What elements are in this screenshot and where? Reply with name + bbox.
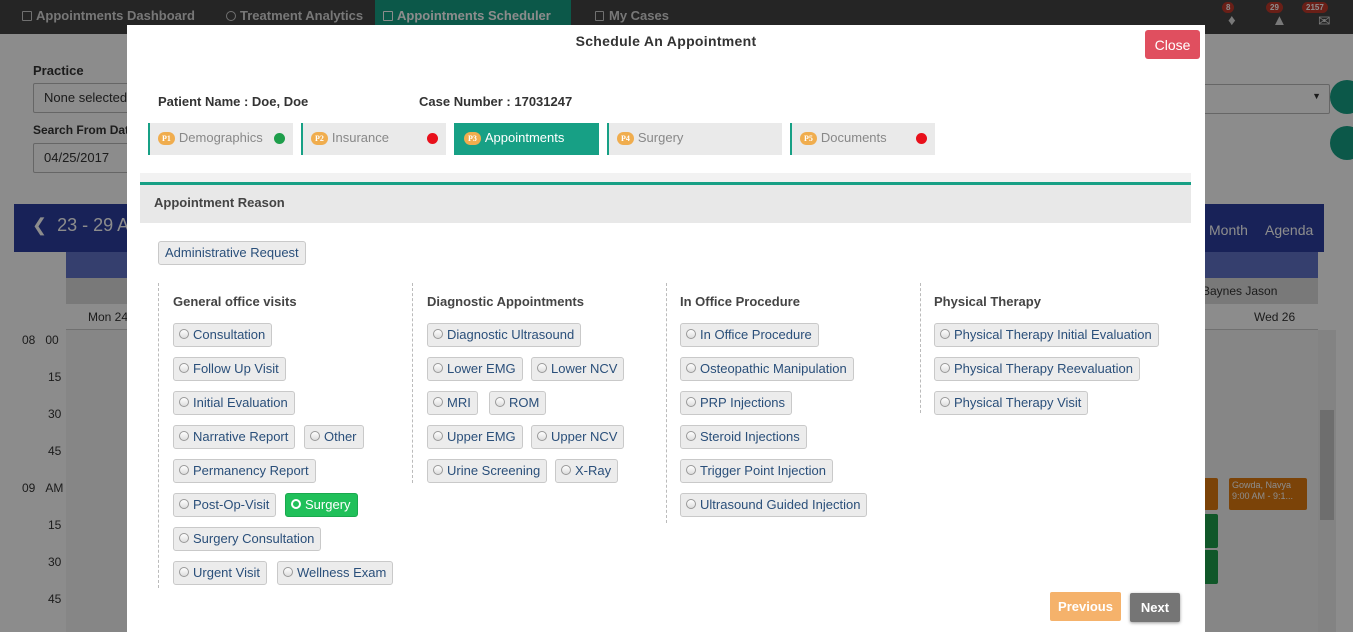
option-pt-initial-evaluation[interactable]: Physical Therapy Initial Evaluation: [934, 323, 1159, 347]
option-surgery-selected[interactable]: Surgery: [285, 493, 358, 517]
column-divider: [158, 283, 159, 588]
radio-icon: [686, 431, 696, 441]
option-lower-ncv[interactable]: Lower NCV: [531, 357, 625, 381]
radio-icon: [179, 363, 189, 373]
radio-icon: [433, 465, 443, 475]
option-mri[interactable]: MRI: [427, 391, 478, 415]
case-number: Case Number : 17031247: [419, 94, 573, 109]
option-upper-ncv[interactable]: Upper NCV: [531, 425, 625, 449]
radio-selected-icon: [291, 499, 301, 509]
step-number: P2: [311, 132, 328, 145]
step-insurance[interactable]: P2 Insurance: [301, 123, 446, 155]
radio-icon: [179, 533, 189, 543]
option-in-office-procedure[interactable]: In Office Procedure: [680, 323, 819, 347]
option-initial-evaluation[interactable]: Initial Evaluation: [173, 391, 295, 415]
status-dot: [427, 133, 438, 144]
option-pt-visit[interactable]: Physical Therapy Visit: [934, 391, 1089, 415]
option-pt-reevaluation[interactable]: Physical Therapy Reevaluation: [934, 357, 1140, 381]
reason-options: Administrative Request General office vi…: [140, 223, 1191, 632]
option-follow-up-visit[interactable]: Follow Up Visit: [173, 357, 286, 381]
step-documents[interactable]: P5 Documents: [790, 123, 935, 155]
step-appointments[interactable]: P3 Appointments: [454, 123, 599, 155]
radio-icon: [561, 465, 571, 475]
radio-icon: [940, 329, 950, 339]
option-wellness-exam[interactable]: Wellness Exam: [277, 561, 394, 585]
radio-icon: [686, 329, 696, 339]
option-permanency-report[interactable]: Permanency Report: [173, 459, 316, 483]
previous-button[interactable]: Previous: [1050, 592, 1121, 621]
radio-icon: [433, 431, 443, 441]
schedule-appointment-modal: Schedule An Appointment Close Patient Na…: [127, 25, 1205, 632]
option-urgent-visit[interactable]: Urgent Visit: [173, 561, 267, 585]
option-narrative-report[interactable]: Narrative Report: [173, 425, 296, 449]
radio-icon: [310, 431, 320, 441]
radio-icon: [179, 329, 189, 339]
radio-icon: [495, 397, 505, 407]
column-diagnostic-appointments: Diagnostic Appointments: [427, 294, 584, 309]
radio-icon: [433, 397, 443, 407]
option-rom[interactable]: ROM: [489, 391, 547, 415]
step-label: Surgery: [637, 130, 684, 145]
option-x-ray[interactable]: X-Ray: [555, 459, 619, 483]
option-urine-screening[interactable]: Urine Screening: [427, 459, 548, 483]
option-trigger-point-injection[interactable]: Trigger Point Injection: [680, 459, 833, 483]
modal-body: Patient Name : Doe, Doe Case Number : 17…: [140, 79, 1191, 632]
option-upper-emg[interactable]: Upper EMG: [427, 425, 523, 449]
option-administrative-request[interactable]: Administrative Request: [158, 241, 306, 265]
close-button[interactable]: Close: [1145, 30, 1200, 59]
radio-icon: [433, 329, 443, 339]
step-number: P5: [800, 132, 817, 145]
step-number: P4: [617, 132, 634, 145]
radio-icon: [179, 499, 189, 509]
column-divider: [412, 283, 413, 483]
option-steroid-injections[interactable]: Steroid Injections: [680, 425, 807, 449]
step-label: Appointments: [484, 130, 565, 145]
option-prp-injections[interactable]: PRP Injections: [680, 391, 793, 415]
radio-icon: [179, 567, 189, 577]
radio-icon: [940, 363, 950, 373]
column-physical-therapy: Physical Therapy: [934, 294, 1041, 309]
option-consultation[interactable]: Consultation: [173, 323, 273, 347]
option-ultrasound-guided-injection[interactable]: Ultrasound Guided Injection: [680, 493, 868, 517]
column-divider: [666, 283, 667, 523]
column-divider: [920, 283, 921, 413]
radio-icon: [179, 397, 189, 407]
radio-icon: [433, 363, 443, 373]
option-other[interactable]: Other: [304, 425, 364, 449]
step-number: P1: [158, 132, 175, 145]
status-dot: [274, 133, 285, 144]
radio-icon: [686, 397, 696, 407]
option-diagnostic-ultrasound[interactable]: Diagnostic Ultrasound: [427, 323, 582, 347]
option-lower-emg[interactable]: Lower EMG: [427, 357, 523, 381]
option-osteopathic-manipulation[interactable]: Osteopathic Manipulation: [680, 357, 854, 381]
appointment-reason-header: Appointment Reason: [140, 185, 1191, 223]
radio-icon: [686, 465, 696, 475]
radio-icon: [179, 465, 189, 475]
column-general-office-visits: General office visits: [173, 294, 297, 309]
radio-icon: [940, 397, 950, 407]
step-label: Insurance: [331, 130, 389, 145]
radio-icon: [537, 431, 547, 441]
patient-panel: Patient Name : Doe, Doe Case Number : 17…: [140, 79, 1191, 173]
column-in-office-procedure: In Office Procedure: [680, 294, 800, 309]
radio-icon: [686, 499, 696, 509]
modal-title: Schedule An Appointment: [575, 33, 757, 49]
radio-icon: [283, 567, 293, 577]
option-surgery-consultation[interactable]: Surgery Consultation: [173, 527, 322, 551]
step-number: P3: [464, 132, 481, 145]
status-dot: [916, 133, 927, 144]
radio-icon: [686, 363, 696, 373]
patient-name: Patient Name : Doe, Doe: [158, 94, 309, 109]
step-label: Demographics: [178, 130, 263, 145]
radio-icon: [537, 363, 547, 373]
option-post-op-visit[interactable]: Post-Op-Visit: [173, 493, 277, 517]
step-label: Documents: [820, 130, 887, 145]
step-surgery[interactable]: P4 Surgery: [607, 123, 782, 155]
radio-icon: [179, 431, 189, 441]
next-button[interactable]: Next: [1130, 593, 1180, 622]
step-demographics[interactable]: P1 Demographics: [148, 123, 293, 155]
